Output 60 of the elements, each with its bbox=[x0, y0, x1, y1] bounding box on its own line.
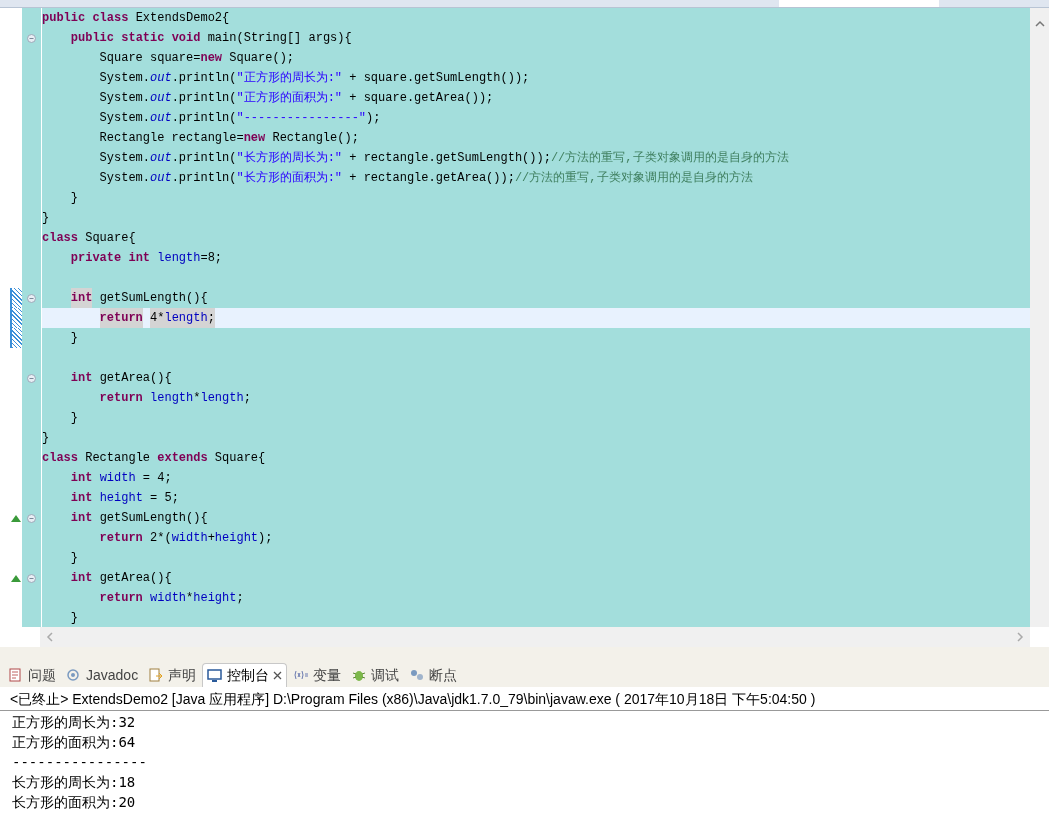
panel-tab[interactable]: 调试 bbox=[347, 663, 404, 687]
code-line: return 4*length; bbox=[42, 308, 215, 328]
console-header: <已终止> ExtendsDemo2 [Java 应用程序] D:\Program Files (x86)\Java\jdk1.7.0_79\bin\javaw.exe ( 2017年10月18日 下午5:04:50 ) bbox=[0, 687, 1049, 711]
override-triangle-icon[interactable] bbox=[11, 514, 21, 522]
scroll-left-icon[interactable] bbox=[46, 632, 53, 642]
close-icon[interactable] bbox=[273, 671, 283, 680]
vertical-scrollbar[interactable] bbox=[1030, 8, 1049, 627]
console-output-line: 正方形的周长为:32 bbox=[12, 713, 136, 732]
collapse-icon[interactable] bbox=[27, 33, 36, 43]
code-line: System.out.println("长方形的周长为:" + rectangle.getSumLength());//方法的重写,子类对象调用的是自身的方法 bbox=[98, 150, 789, 167]
panel-tab[interactable]: 变量 bbox=[289, 663, 346, 687]
code-line: Rectangle rectangle=new Rectangle(); bbox=[98, 130, 359, 147]
console-output-line: 长方形的面积为:20 bbox=[12, 793, 136, 812]
collapse-icon[interactable] bbox=[27, 373, 36, 383]
problems-icon bbox=[8, 667, 24, 683]
code-line: } bbox=[69, 610, 78, 627]
code-line: } bbox=[69, 330, 78, 347]
console-output-line: 长方形的周长为:18 bbox=[12, 773, 136, 792]
panel-tab[interactable]: 问题 bbox=[4, 663, 60, 687]
code-line: return 2*(width+height); bbox=[98, 530, 273, 547]
javadoc-icon bbox=[66, 667, 82, 683]
scroll-right-icon[interactable] bbox=[1017, 632, 1024, 642]
console-icon bbox=[207, 667, 224, 684]
code-line: int width = 4; bbox=[69, 470, 172, 487]
code-line: return length*length; bbox=[98, 390, 251, 407]
horizontal-scrollbar[interactable] bbox=[40, 627, 1030, 647]
code-line: System.out.println("正方形的面积为:" + square.getArea()); bbox=[98, 90, 494, 107]
code-line: int getSumLength(){ bbox=[42, 288, 208, 308]
code-line: public class ExtendsDemo2{ bbox=[42, 10, 230, 27]
panel-tab[interactable]: 断点 bbox=[405, 663, 462, 687]
code-line: } bbox=[42, 210, 50, 227]
code-line: } bbox=[69, 410, 78, 427]
code-line: public static void main(String[] args){ bbox=[69, 30, 352, 47]
code-line: } bbox=[42, 430, 50, 447]
breakpoints-icon bbox=[409, 667, 426, 683]
code-line: System.out.println("正方形的周长为:" + square.getSumLength()); bbox=[98, 70, 530, 87]
console-output-line: ---------------- bbox=[12, 753, 147, 772]
code-line: } bbox=[69, 550, 78, 567]
code-line: int getArea(){ bbox=[69, 570, 172, 587]
code-line: System.out.println("长方形的面积为:" + rectangle.getArea());//方法的重写,子类对象调用的是自身的方法 bbox=[98, 170, 753, 187]
code-line: System.out.println("----------------"); bbox=[98, 110, 381, 127]
code-line: class Square{ bbox=[42, 230, 136, 247]
panel-tab[interactable]: 声明 bbox=[144, 663, 201, 687]
code-line: int getArea(){ bbox=[69, 370, 172, 387]
code-line: int height = 5; bbox=[69, 490, 179, 507]
scroll-up-icon[interactable] bbox=[1034, 20, 1045, 27]
collapse-icon[interactable] bbox=[27, 573, 36, 583]
override-triangle-icon[interactable] bbox=[11, 574, 21, 582]
code-line: Square square=new Square(); bbox=[98, 50, 295, 67]
collapse-icon[interactable] bbox=[27, 513, 36, 523]
console-output-line: 正方形的面积为:64 bbox=[12, 733, 136, 752]
code-line: class Rectangle extends Square{ bbox=[42, 450, 266, 467]
panel-tab[interactable]: Javadoc bbox=[62, 663, 143, 687]
collapse-icon[interactable] bbox=[27, 293, 36, 303]
declaration-icon bbox=[148, 667, 165, 683]
code-line: return width*height; bbox=[98, 590, 244, 607]
code-line: } bbox=[69, 190, 78, 207]
code-line: int getSumLength(){ bbox=[69, 510, 208, 527]
panel-tab[interactable]: 控制台 bbox=[202, 663, 288, 687]
code-line: private int length=8; bbox=[69, 250, 223, 267]
